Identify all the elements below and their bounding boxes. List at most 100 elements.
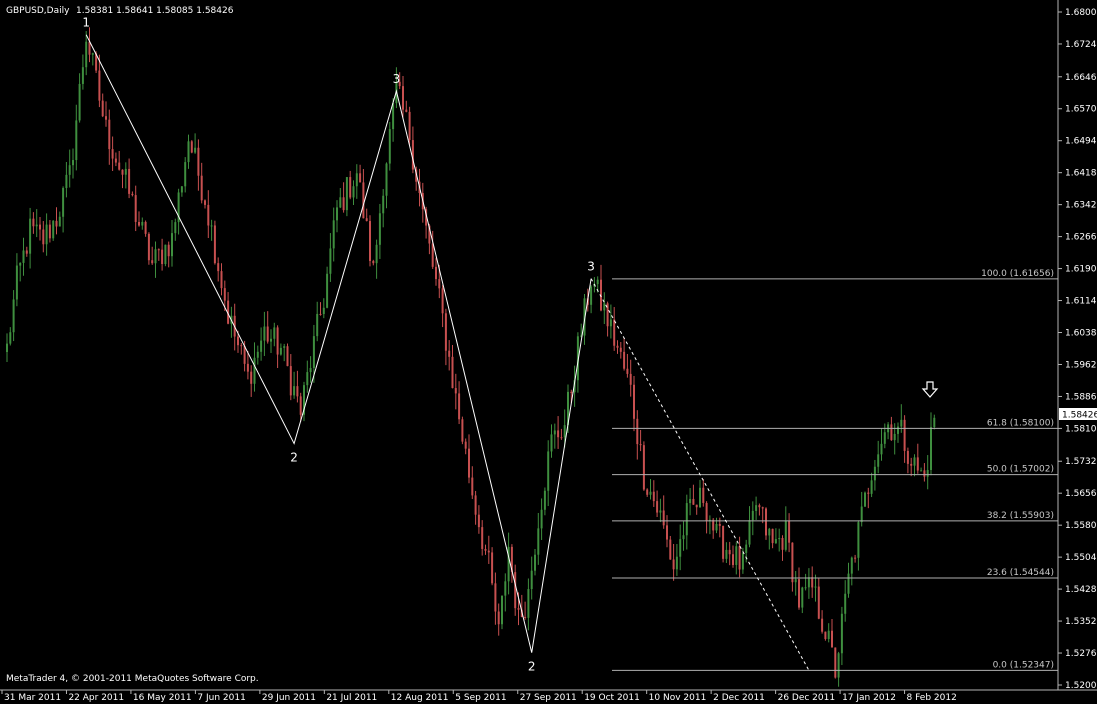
candle bbox=[458, 381, 461, 425]
candle bbox=[867, 487, 870, 509]
candle bbox=[484, 544, 487, 555]
candle bbox=[916, 443, 919, 474]
candle bbox=[286, 343, 289, 367]
candle bbox=[451, 344, 454, 389]
candle bbox=[55, 207, 58, 235]
candle bbox=[639, 429, 642, 452]
candle bbox=[831, 619, 833, 648]
x-tick-label: 8 Feb 2012 bbox=[907, 693, 957, 703]
candle bbox=[827, 623, 830, 643]
down-arrow-icon[interactable] bbox=[921, 381, 939, 398]
candle bbox=[636, 410, 639, 460]
candle bbox=[204, 199, 206, 209]
candle bbox=[336, 200, 338, 233]
candle bbox=[65, 161, 68, 198]
candle bbox=[600, 264, 602, 312]
candle bbox=[303, 381, 305, 422]
candle bbox=[926, 455, 929, 490]
candle bbox=[616, 340, 619, 354]
candle bbox=[590, 285, 593, 314]
candle bbox=[144, 220, 147, 237]
x-tick-label: 2 Dec 2011 bbox=[713, 693, 765, 703]
candle bbox=[834, 647, 837, 679]
candle bbox=[342, 182, 345, 213]
y-tick-label: 1.55040 bbox=[1065, 553, 1097, 563]
candle bbox=[669, 535, 672, 560]
y-tick-label: 1.68000 bbox=[1065, 8, 1097, 18]
candle bbox=[464, 438, 467, 455]
candle bbox=[897, 422, 899, 443]
candle bbox=[15, 253, 18, 307]
candle bbox=[778, 528, 781, 552]
candle bbox=[534, 549, 536, 576]
y-tick-label: 1.64180 bbox=[1065, 169, 1097, 179]
y-tick-label: 1.52000 bbox=[1065, 681, 1097, 691]
candle bbox=[504, 573, 507, 612]
candle bbox=[220, 263, 223, 296]
candle bbox=[540, 498, 543, 540]
candle bbox=[382, 189, 385, 228]
x-tick-label: 27 Sep 2011 bbox=[520, 693, 577, 703]
wave-label: 2 bbox=[528, 660, 536, 674]
chart-canvas[interactable]: 100.0 (1.61656) 61.8 (1.58100) 50.0 (1.570… bbox=[0, 0, 1097, 704]
candle bbox=[309, 356, 312, 383]
candle bbox=[194, 133, 197, 154]
wave-polyline[interactable] bbox=[85, 34, 592, 653]
candle bbox=[811, 566, 814, 598]
fib-level-label: 38.2 (1.55903) bbox=[987, 511, 1054, 521]
candlestick-series bbox=[6, 27, 936, 687]
candle bbox=[864, 491, 866, 507]
candle bbox=[180, 186, 183, 197]
wave-trendlines[interactable] bbox=[85, 34, 810, 671]
time-axis: 31 Mar 2011 22 Apr 2011 16 May 2011 7 Jun 2… bbox=[1, 690, 957, 703]
candle bbox=[682, 521, 685, 551]
copyright-text: MetaTrader 4, © 2001-2011 MetaQuotes Sof… bbox=[6, 674, 259, 684]
candle bbox=[609, 304, 612, 339]
candle bbox=[642, 441, 645, 491]
candle bbox=[329, 233, 332, 282]
candle bbox=[557, 416, 560, 449]
fibonacci-retracement[interactable]: 100.0 (1.61656) 61.8 (1.58100) 50.0 (1.570… bbox=[612, 269, 1058, 671]
candle bbox=[256, 345, 259, 365]
candle bbox=[893, 423, 896, 455]
candle bbox=[755, 496, 758, 520]
fib-level-label: 100.0 (1.61656) bbox=[981, 269, 1054, 279]
ohlc-readout: 1.58381 1.58641 1.58085 1.58426 bbox=[76, 6, 234, 16]
candle bbox=[200, 162, 203, 204]
x-tick-label: 29 Jun 2011 bbox=[262, 693, 316, 703]
candle bbox=[375, 239, 378, 279]
candle bbox=[128, 158, 131, 199]
candle bbox=[322, 298, 325, 319]
symbol-label: GBPUSD,Daily bbox=[6, 6, 70, 16]
candle bbox=[151, 246, 154, 265]
candle bbox=[695, 504, 698, 515]
candle bbox=[603, 292, 606, 324]
candle bbox=[510, 544, 513, 583]
y-tick-label: 1.53520 bbox=[1065, 617, 1097, 627]
candle bbox=[25, 246, 28, 257]
candle bbox=[910, 457, 913, 477]
candle bbox=[81, 54, 84, 90]
candle bbox=[553, 423, 556, 449]
wave-label: 3 bbox=[587, 260, 595, 274]
candle bbox=[85, 31, 88, 76]
candle bbox=[850, 556, 853, 586]
fib-level-label: 61.8 (1.58100) bbox=[987, 418, 1054, 428]
x-tick-label: 12 Aug 2011 bbox=[391, 693, 449, 703]
candle bbox=[147, 232, 150, 265]
y-tick-label: 1.64940 bbox=[1065, 137, 1097, 147]
candle bbox=[177, 188, 180, 235]
candle bbox=[352, 180, 355, 205]
candle bbox=[623, 338, 626, 371]
x-tick-label: 26 Dec 2011 bbox=[778, 693, 836, 703]
candle bbox=[240, 342, 243, 355]
y-tick-label: 1.66460 bbox=[1065, 73, 1097, 83]
candle bbox=[474, 490, 477, 525]
candle bbox=[105, 101, 107, 127]
candle bbox=[52, 220, 55, 241]
x-tick-label: 21 Jul 2011 bbox=[326, 693, 377, 703]
candle bbox=[118, 150, 121, 171]
candle bbox=[758, 503, 761, 516]
candle bbox=[844, 580, 847, 622]
candle bbox=[471, 466, 474, 500]
